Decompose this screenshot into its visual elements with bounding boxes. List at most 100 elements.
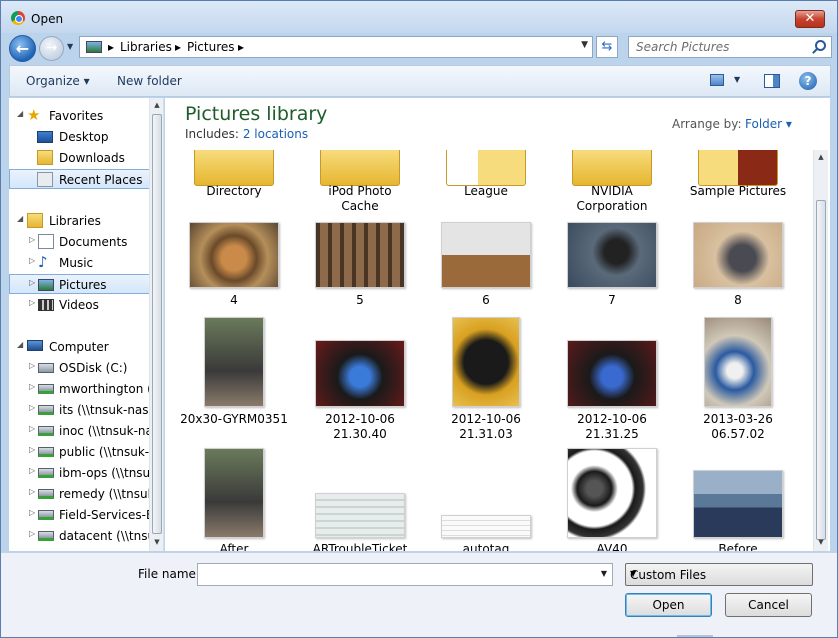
file-name-input[interactable]: ▼ — [197, 563, 613, 586]
nav-pictures[interactable]: ▷ Pictures — [9, 274, 156, 294]
open-button[interactable]: Open — [625, 593, 712, 617]
nav-label: its (\\tnsuk-nas-s — [59, 403, 156, 417]
help-icon[interactable]: ? — [799, 72, 817, 90]
folder-icon — [446, 150, 526, 186]
scroll-up-icon[interactable]: ▲ — [816, 153, 826, 161]
nav-favorites[interactable]: ◢ ★ Favorites — [9, 106, 156, 126]
nav-label: Music — [59, 256, 94, 270]
files-scrollbar[interactable]: ▲ ▼ — [813, 150, 828, 551]
view-dropdown-icon[interactable]: ▼ — [734, 75, 740, 84]
nav-libraries[interactable]: ◢ Libraries — [9, 211, 156, 231]
breadcrumb-pictures[interactable]: Pictures — [187, 40, 235, 54]
expand-icon[interactable]: ▷ — [29, 298, 35, 307]
collapse-icon[interactable]: ◢ — [17, 214, 23, 223]
photo-thumbnail — [452, 317, 520, 407]
library-includes: Includes: 2 locations — [185, 127, 308, 141]
file-type-select[interactable]: Custom Files ▼ — [625, 563, 813, 586]
nav-scrollbar[interactable]: ▲ ▼ — [149, 98, 163, 551]
forward-button[interactable]: → — [39, 36, 64, 61]
network-drive-icon — [38, 384, 54, 394]
collapse-icon[interactable]: ◢ — [17, 340, 23, 349]
address-bar[interactable]: ▸ Libraries ▸ Pictures ▸ ▼ — [79, 36, 593, 58]
arrange-by-dropdown[interactable]: Folder ▾ — [745, 117, 792, 131]
arrange-by-label: Arrange by: — [672, 117, 742, 131]
scroll-thumb[interactable] — [816, 200, 826, 540]
collapse-icon[interactable]: ◢ — [17, 109, 23, 118]
preview-pane-icon[interactable] — [764, 74, 780, 88]
nav-drive[interactable]: ▷ inoc (\\tnsuk-nas — [9, 421, 156, 441]
crumb-separator-icon[interactable]: ▸ — [238, 40, 244, 54]
scroll-down-icon[interactable]: ▼ — [816, 538, 826, 546]
crumb-separator-icon[interactable]: ▸ — [175, 40, 181, 54]
scroll-up-icon[interactable]: ▲ — [152, 101, 162, 109]
expand-icon[interactable]: ▷ — [29, 445, 35, 454]
scroll-thumb[interactable] — [152, 114, 162, 534]
file-name-dropdown-icon[interactable]: ▼ — [601, 569, 607, 578]
item-label: Before — [718, 542, 758, 551]
nav-music[interactable]: ▷ ♪ Music — [9, 253, 156, 273]
scroll-down-icon[interactable]: ▼ — [152, 538, 162, 546]
expand-icon[interactable]: ▷ — [29, 361, 35, 370]
nav-drive[interactable]: ▷ public (\\tnsuk-n — [9, 442, 156, 462]
network-drive-icon — [38, 510, 54, 520]
nav-drive[interactable]: ▷ Field-Services-EU — [9, 505, 156, 525]
organize-button[interactable]: Organize ▾ — [26, 74, 90, 88]
back-button[interactable]: ← — [9, 35, 36, 62]
command-toolbar: Organize ▾ New folder ▼ ? — [9, 65, 831, 97]
videos-icon — [38, 299, 54, 311]
nav-drive[interactable]: ▷ remedy (\\tnsuk- — [9, 484, 156, 504]
item-label: 7 — [608, 293, 616, 307]
nav-label: remedy (\\tnsuk- — [59, 487, 156, 501]
close-button[interactable]: ✕ — [795, 10, 825, 28]
expand-icon[interactable]: ▷ — [29, 403, 35, 412]
locations-link[interactable]: 2 locations — [243, 127, 308, 141]
cancel-button[interactable]: Cancel — [725, 593, 812, 617]
refresh-button[interactable]: ⇆ — [596, 36, 618, 58]
nav-downloads[interactable]: Downloads — [9, 148, 156, 168]
nav-recent-places[interactable]: Recent Places — [9, 169, 156, 189]
item-label: 20x30-GYRM0351 — [180, 412, 288, 426]
item-label: 2012-10-06 21.31.03 — [451, 412, 521, 441]
nav-label: Computer — [49, 340, 109, 354]
nav-desktop[interactable]: Desktop — [9, 127, 156, 147]
nav-drive[interactable]: ▷ OSDisk (C:) — [9, 358, 156, 378]
expand-icon[interactable]: ▷ — [29, 235, 35, 244]
nav-label: inoc (\\tnsuk-nas — [59, 424, 156, 438]
nav-computer[interactable]: ◢ Computer — [9, 337, 156, 357]
expand-icon[interactable]: ▷ — [29, 529, 35, 538]
nav-label: ibm-ops (\\tnsuk — [59, 466, 156, 480]
item-label: 4 — [230, 293, 238, 307]
nav-drive[interactable]: ▷ ibm-ops (\\tnsuk — [9, 463, 156, 483]
address-dropdown-icon[interactable]: ▼ — [581, 40, 588, 50]
expand-icon[interactable]: ▷ — [29, 382, 35, 391]
nav-label: Downloads — [59, 151, 125, 165]
breadcrumb-libraries[interactable]: Libraries — [120, 40, 172, 54]
nav-drive[interactable]: ▷ datacent (\\tnsuk — [9, 526, 156, 546]
file-view: Pictures library Includes: 2 locations A… — [165, 98, 830, 551]
expand-icon[interactable]: ▷ — [29, 424, 35, 433]
item-label: After — [219, 542, 249, 551]
desktop-icon — [37, 131, 53, 143]
network-drive-icon — [38, 405, 54, 415]
expand-icon[interactable]: ▷ — [29, 278, 35, 287]
expand-icon[interactable]: ▷ — [29, 487, 35, 496]
network-drive-icon — [38, 489, 54, 499]
search-icon[interactable] — [815, 40, 826, 51]
folder-icon — [572, 150, 652, 186]
new-folder-button[interactable]: New folder — [117, 74, 182, 88]
nav-drive[interactable]: ▷ its (\\tnsuk-nas-s — [9, 400, 156, 420]
nav-videos[interactable]: ▷ Videos — [9, 295, 156, 315]
nav-documents[interactable]: ▷ Documents — [9, 232, 156, 252]
expand-icon[interactable]: ▷ — [29, 256, 35, 265]
library-title: Pictures library — [185, 103, 328, 125]
crumb-separator-icon[interactable]: ▸ — [108, 40, 114, 54]
search-input[interactable]: Search Pictures — [628, 36, 832, 58]
expand-icon[interactable]: ▷ — [29, 466, 35, 475]
change-view-icon[interactable] — [710, 74, 724, 86]
nav-label: Videos — [59, 298, 99, 312]
history-dropdown-icon[interactable]: ▼ — [67, 42, 73, 51]
file-type-dropdown-icon[interactable]: ▼ — [630, 569, 807, 578]
expand-icon[interactable]: ▷ — [29, 508, 35, 517]
network-drive-icon — [38, 531, 54, 541]
nav-drive[interactable]: ▷ mworthington (\\ — [9, 379, 156, 399]
